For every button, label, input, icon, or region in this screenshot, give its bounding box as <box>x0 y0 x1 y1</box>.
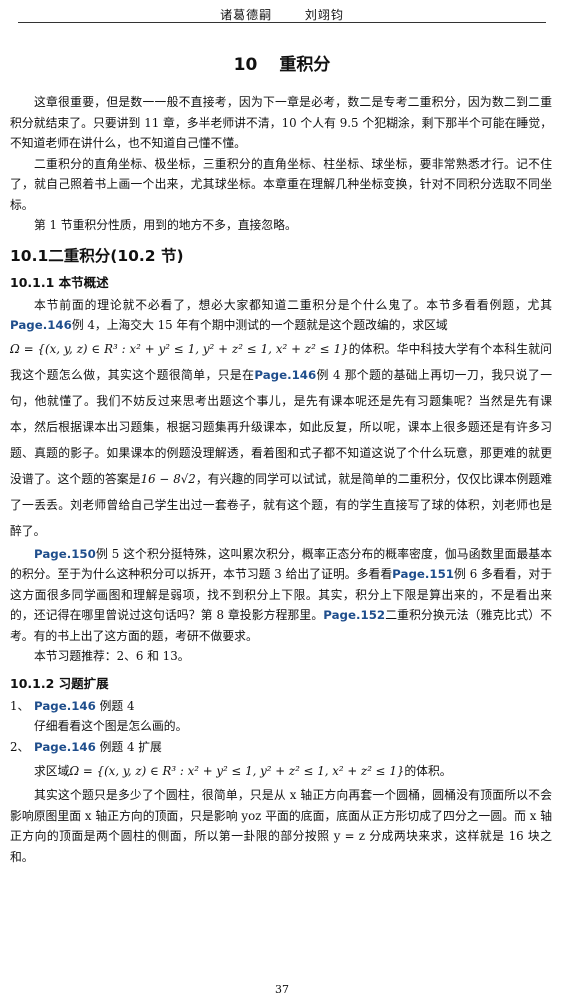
text-run: 求区域 <box>34 764 70 778</box>
page-ref-link[interactable]: Page.152 <box>323 608 385 622</box>
page-ref-link[interactable]: Page.146 <box>254 368 316 382</box>
answer-formula: 16 − 8√2 <box>140 471 196 486</box>
page-ref-link[interactable]: Page.151 <box>392 567 454 581</box>
subsection-heading-exercises: 10.1.2 习题扩展 <box>10 675 109 691</box>
page-ref-link[interactable]: Page.146 <box>34 699 96 713</box>
chapter-number: 10 <box>233 55 258 75</box>
region-formula: Ω = {(x, y, z) ∈ R³ : x² + y² ≤ 1, y² + … <box>10 341 349 356</box>
page-number: 37 <box>275 983 289 996</box>
example5-paragraph: Page.150例 5 这个积分挺特殊，这叫累次积分，概率正态分布的概率密度，伽… <box>10 544 552 647</box>
overview-paragraph: 本节前面的理论就不必看了，想必大家都知道二重积分是个什么鬼了。本节多看看例题，尤… <box>10 295 552 336</box>
explanation-paragraph: 其实这个题只是多少了个圆柱，很简单，只是从 x 轴正方向再套一个圆桶，圆桶没有顶… <box>10 788 552 864</box>
intro-paragraph-1: 这章很重要，但是数一一般不直接考，因为下一章是必考，数二是专考二重积分，因为数二… <box>10 95 552 150</box>
page-ref-link[interactable]: Page.150 <box>34 547 96 561</box>
list-label: 例题 4 扩展 <box>99 739 162 754</box>
exercise-recommendation: 本节习题推荐：2、6 和 13。 <box>34 649 190 663</box>
intro-paragraph-3: 第 1 节重积分性质，用到的地方不多，直接忽略。 <box>34 218 297 232</box>
region-formula: Ω = {(x, y, z) ∈ R³ : x² + y² ≤ 1, y² + … <box>69 764 405 778</box>
list-item: 2、 Page.146 例题 4 扩展 <box>10 737 552 758</box>
text-run: 的体积。 <box>404 764 452 778</box>
list-item-formula-row: 求区域Ω = {(x, y, z) ∈ R³ : x² + y² ≤ 1, y²… <box>10 757 552 785</box>
running-header: 诸葛德嗣 刘翊钧 <box>18 6 546 23</box>
region-paragraph: Ω = {(x, y, z) ∈ R³ : x² + y² ≤ 1, y² + … <box>10 336 552 544</box>
subsection-heading-overview: 10.1.1 本节概述 <box>10 274 109 290</box>
section-heading: 10.1二重积分(10.2 节) <box>10 246 184 265</box>
intro-paragraph-2: 二重积分的直角坐标、极坐标，三重积分的直角坐标、柱坐标、球坐标，要非常熟悉才行。… <box>10 156 552 212</box>
page-content: 这章很重要，但是数一一般不直接考，因为下一章是必考，数二是专考二重积分，因为数二… <box>10 92 552 867</box>
list-number: 1、 <box>10 698 30 713</box>
text-run: 例 4，上海交大 15 年有个期中测试的一个题就是这个题改编的，求区域 <box>71 318 448 332</box>
list-item: 1、 Page.146 例题 4 <box>10 696 552 717</box>
page-ref-link[interactable]: Page.146 <box>34 740 96 754</box>
list-number: 2、 <box>10 739 30 754</box>
text-run: 本节前面的理论就不必看了，想必大家都知道二重积分是个什么鬼了。本节多看看例题，尤… <box>34 297 552 312</box>
list-label: 例题 4 <box>99 698 135 713</box>
chapter-title: 10 重积分 <box>0 50 564 75</box>
text-run: 例 4 那个题的基础上再切一刀，我只说了一句，他就懂了。我们不妨反过来思考出题这… <box>10 367 552 486</box>
header-right: 刘翊钧 <box>304 8 344 22</box>
list-item-note: 仔细看看这个图是怎么画的。 <box>34 719 188 733</box>
chapter-name: 重积分 <box>279 55 331 75</box>
page-ref-link[interactable]: Page.146 <box>10 318 72 332</box>
header-left: 诸葛德嗣 <box>220 8 273 22</box>
